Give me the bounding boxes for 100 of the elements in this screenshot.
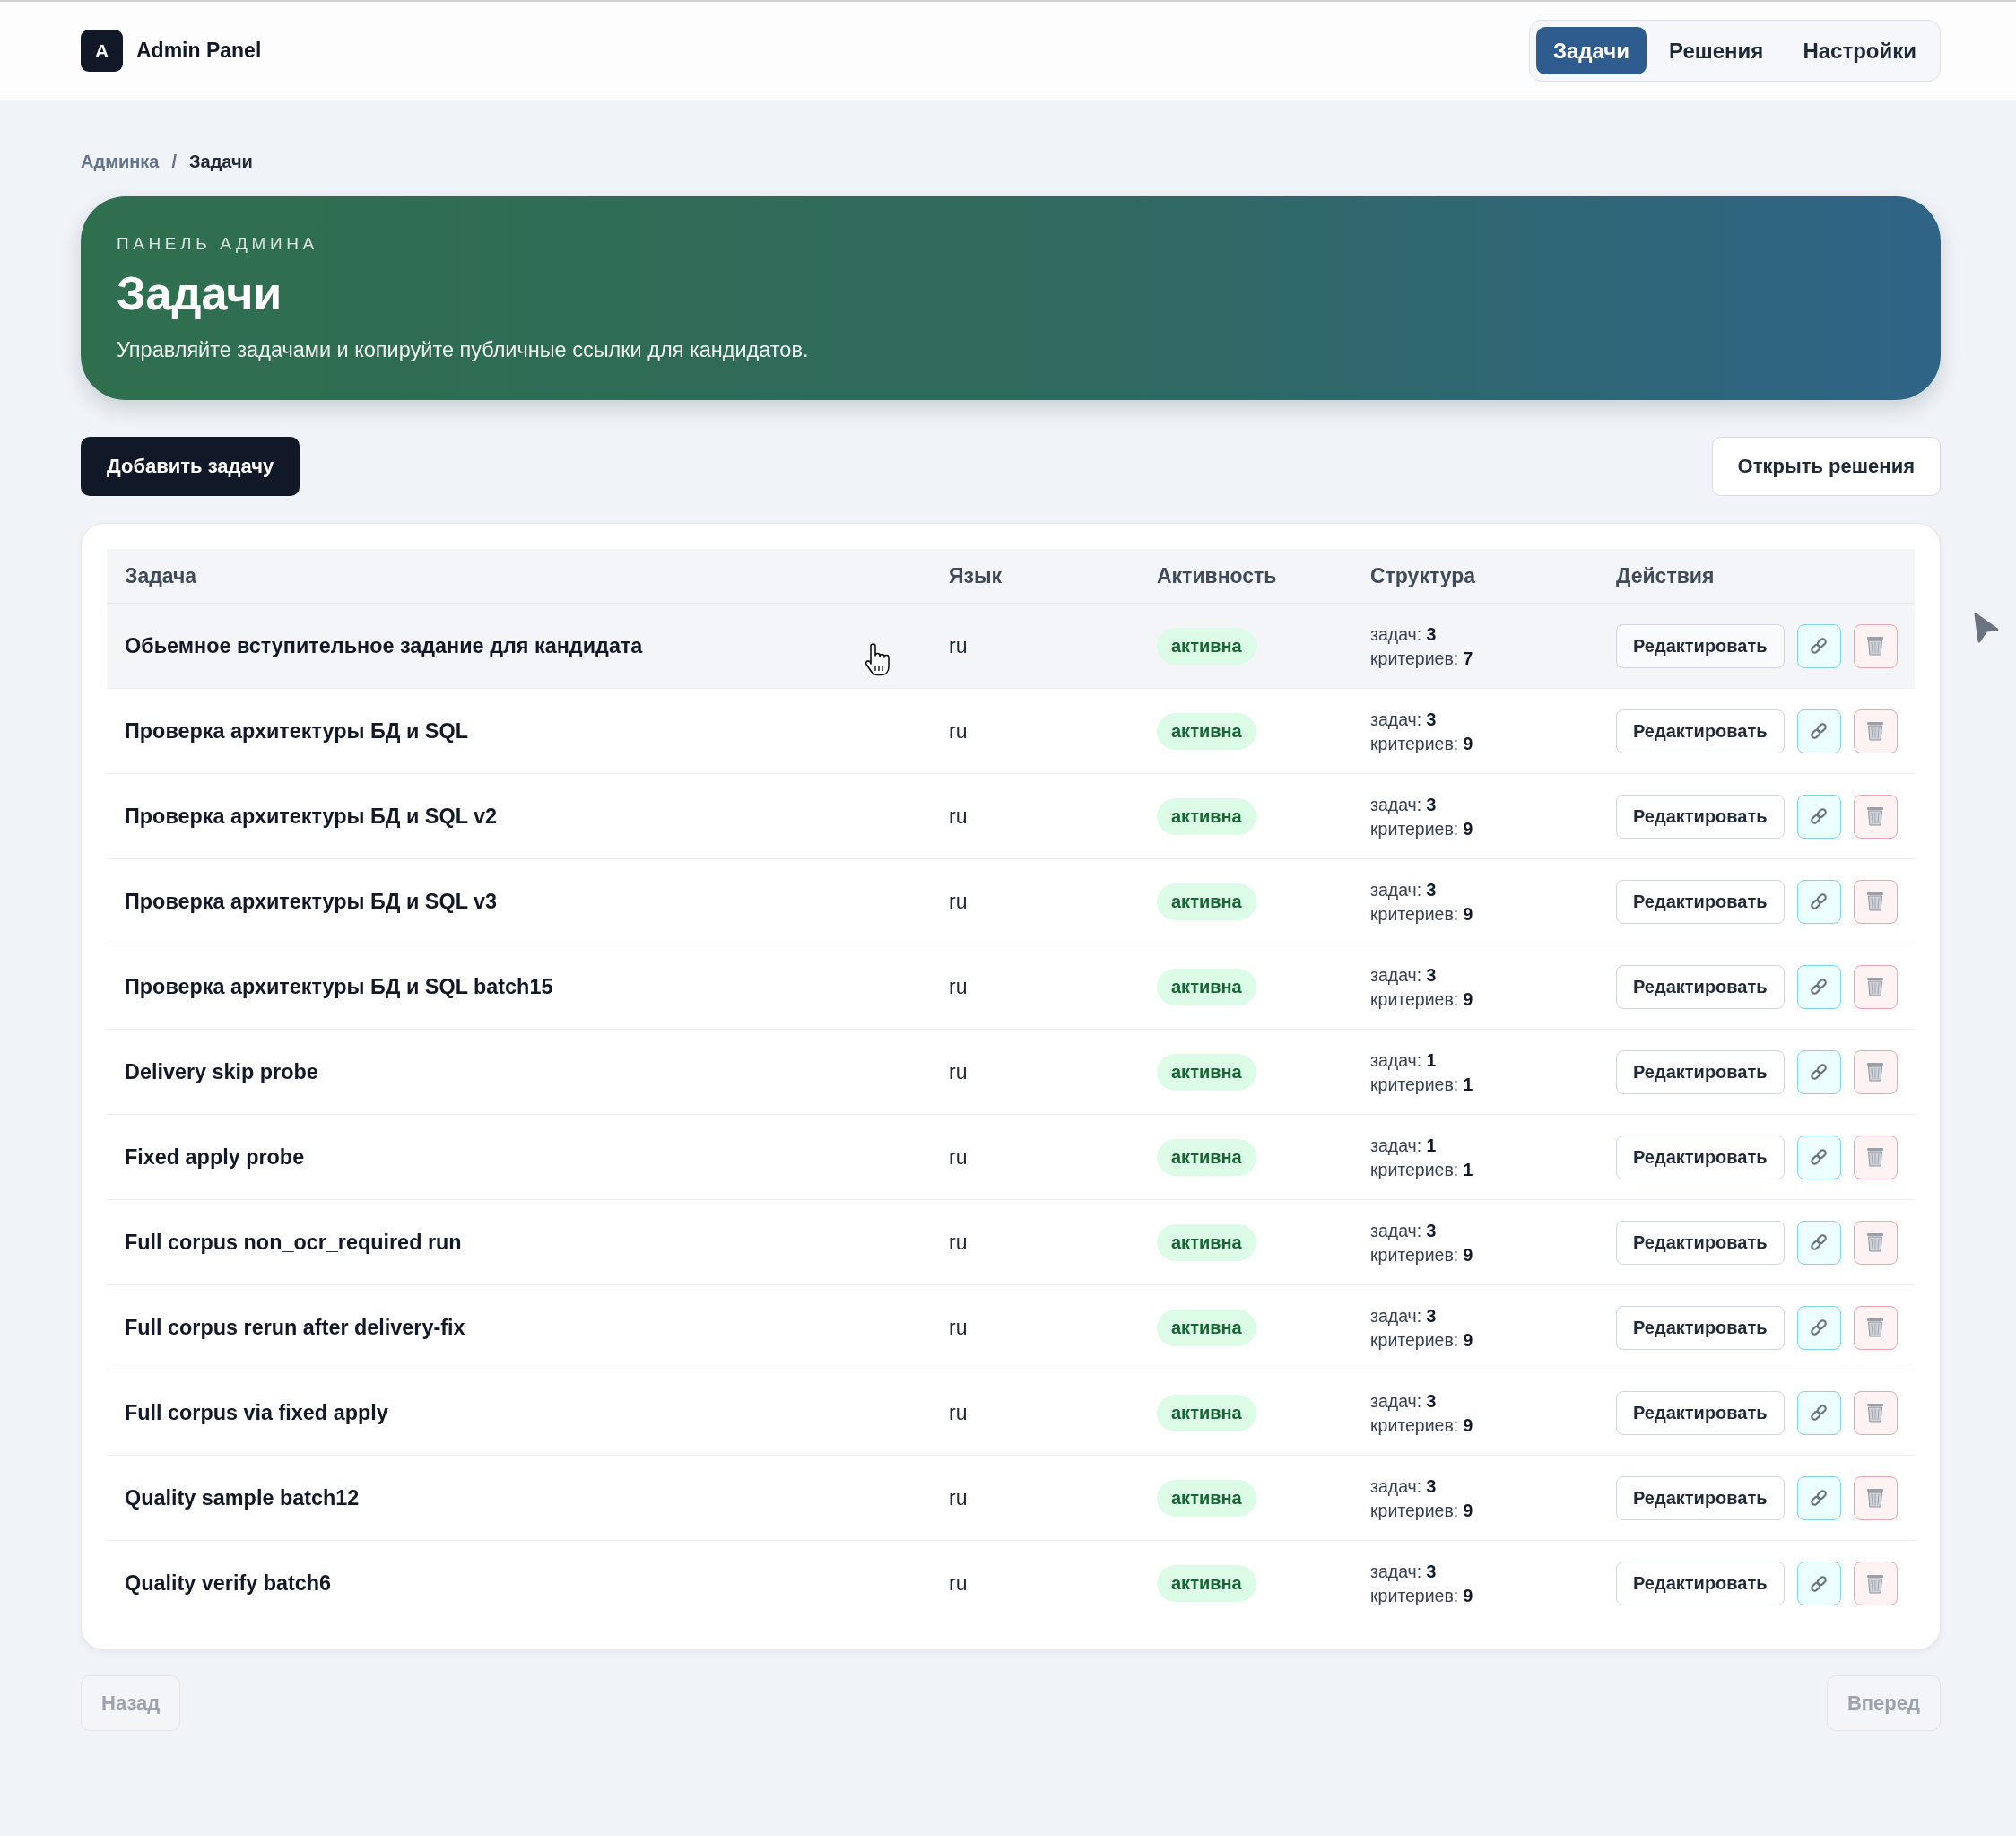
copy-link-button[interactable] [1796, 794, 1841, 839]
delete-button[interactable] [1853, 964, 1898, 1009]
status-badge: активна [1157, 1565, 1256, 1602]
edit-button[interactable]: Редактировать [1616, 1220, 1785, 1265]
link-icon [1809, 1488, 1829, 1508]
tasks-count-text: задач: 3 [1370, 963, 1438, 987]
trash-icon [1866, 1232, 1885, 1252]
link-icon [1809, 1147, 1829, 1167]
edit-button[interactable]: Редактировать [1616, 1305, 1785, 1350]
nav-tab[interactable]: Задачи [1535, 27, 1647, 74]
status-badge: активна [1157, 1394, 1256, 1431]
edit-button[interactable]: Редактировать [1616, 879, 1785, 924]
breadcrumb-link[interactable]: Задачи [189, 151, 253, 172]
copy-link-button[interactable] [1796, 1135, 1841, 1179]
tasks-count-text: задач: 3 [1370, 793, 1438, 816]
copy-link-button[interactable] [1796, 1049, 1841, 1094]
edit-button[interactable]: Редактировать [1616, 623, 1785, 668]
edit-button[interactable]: Редактировать [1616, 709, 1785, 753]
trash-icon [1866, 1318, 1885, 1337]
trash-icon [1866, 1488, 1885, 1508]
hand-cursor-icon [863, 642, 891, 676]
nav-tab[interactable]: Настройки [1786, 27, 1933, 74]
link-icon [1809, 1062, 1829, 1082]
edit-button[interactable]: Редактировать [1616, 1390, 1785, 1435]
language-text: ru [949, 1571, 968, 1596]
delete-button[interactable] [1853, 1390, 1898, 1435]
copy-link-button[interactable] [1796, 879, 1841, 924]
link-icon [1809, 806, 1829, 826]
copy-link-button[interactable] [1796, 709, 1841, 753]
trash-icon [1866, 806, 1885, 826]
task-title: Full corpus rerun after delivery-fix [125, 1315, 465, 1340]
nav-tab[interactable]: Решения [1652, 27, 1781, 74]
edit-button[interactable]: Редактировать [1616, 1135, 1785, 1179]
link-icon [1809, 977, 1829, 996]
delete-button[interactable] [1853, 794, 1898, 839]
task-title: Проверка архитектуры БД и SQL v2 [125, 804, 498, 829]
tasks-count-text: задач: 3 [1370, 1219, 1438, 1242]
criteria-count-text: критериев: 9 [1370, 988, 1473, 1011]
pointer-arrow-icon [1973, 612, 2000, 644]
tasks-count-text: задач: 3 [1370, 1304, 1438, 1327]
copy-link-button[interactable] [1796, 1305, 1841, 1350]
task-title: Quality sample batch12 [125, 1485, 360, 1510]
edit-button[interactable]: Редактировать [1616, 1562, 1785, 1605]
language-text: ru [949, 633, 968, 658]
task-title: Quality verify batch6 [125, 1571, 332, 1596]
edit-button[interactable]: Редактировать [1616, 964, 1785, 1009]
delete-button[interactable] [1853, 1049, 1898, 1094]
add-task-button[interactable]: Добавить задачу [81, 437, 300, 496]
task-title: Обьемное вступительное задание для кандидата [125, 633, 643, 658]
trash-icon [1866, 1062, 1885, 1082]
trash-icon [1866, 1573, 1885, 1594]
edit-button[interactable]: Редактировать [1616, 794, 1785, 839]
trash-icon [1866, 721, 1885, 741]
task-title: Delivery skip probe [125, 1059, 318, 1084]
delete-button[interactable] [1853, 1475, 1898, 1520]
task-title: Проверка архитектуры БД и SQL batch15 [125, 974, 553, 999]
copy-link-button[interactable] [1796, 1220, 1841, 1265]
delete-button[interactable] [1853, 1562, 1898, 1605]
column-header: Язык [948, 563, 1003, 588]
delete-button[interactable] [1853, 879, 1898, 924]
language-text: ru [949, 1315, 968, 1340]
column-header: Задача [124, 563, 197, 588]
task-title: Проверка архитектуры БД и SQL v3 [125, 889, 498, 914]
delete-button[interactable] [1853, 1135, 1898, 1179]
language-text: ru [949, 718, 968, 744]
delete-button[interactable] [1853, 623, 1898, 668]
language-text: ru [949, 1400, 968, 1425]
status-badge: активна [1157, 1309, 1256, 1346]
hero-eyebrow: ПАНЕЛЬ АДМИНА [117, 233, 319, 255]
tasks-count-text: задач: 1 [1370, 1049, 1438, 1072]
status-badge: активна [1157, 1223, 1256, 1261]
tasks-count-text: задач: 3 [1370, 622, 1438, 646]
delete-button[interactable] [1853, 709, 1898, 753]
tasks-count-text: задач: 3 [1370, 1561, 1438, 1583]
copy-link-button[interactable] [1796, 964, 1841, 1009]
trash-icon [1866, 1403, 1885, 1423]
edit-button[interactable]: Редактировать [1616, 1049, 1785, 1094]
tasks-count-text: задач: 3 [1370, 878, 1438, 901]
delete-button[interactable] [1853, 1305, 1898, 1350]
status-badge: активна [1157, 1053, 1256, 1091]
column-header: Структура [1369, 563, 1476, 588]
trash-icon [1866, 1147, 1885, 1167]
link-icon [1809, 1318, 1829, 1337]
copy-link-button[interactable] [1796, 1475, 1841, 1520]
open-solutions-button[interactable]: Открыть решения [1711, 437, 1941, 496]
status-badge: активна [1157, 1479, 1256, 1517]
criteria-count-text: критериев: 1 [1370, 1158, 1473, 1181]
edit-button[interactable]: Редактировать [1616, 1475, 1785, 1520]
criteria-count-text: критериев: 1 [1370, 1073, 1473, 1096]
breadcrumb-link[interactable]: Админка [81, 151, 160, 172]
task-title: Fixed apply probe [125, 1144, 305, 1170]
copy-link-button[interactable] [1796, 623, 1841, 668]
hero-subtitle: Управляйте задачами и копируйте публичные ссылки для кандидатов. [117, 337, 810, 363]
copy-link-button[interactable] [1796, 1390, 1841, 1435]
status-badge: активна [1157, 627, 1256, 665]
copy-link-button[interactable] [1796, 1562, 1841, 1605]
link-icon [1809, 1573, 1829, 1594]
brand-title: Admin Panel [136, 39, 262, 63]
delete-button[interactable] [1853, 1220, 1898, 1265]
criteria-count-text: критериев: 9 [1370, 1328, 1473, 1352]
